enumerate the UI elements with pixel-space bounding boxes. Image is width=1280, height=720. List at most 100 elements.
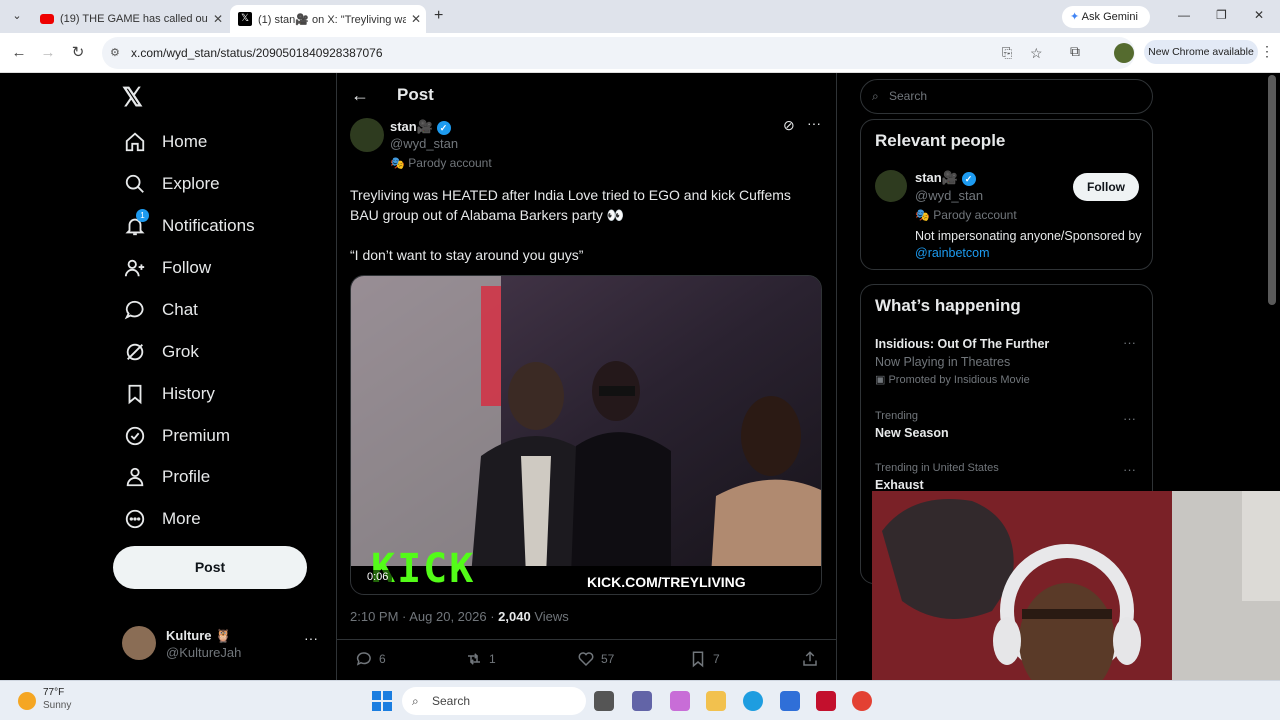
new-tab-button[interactable]: +	[434, 8, 450, 24]
sidebar-item-label: Chat	[162, 300, 198, 319]
person-name-row[interactable]: stan🎥 ✓	[915, 170, 976, 186]
forward-button[interactable]: →	[36, 41, 60, 65]
author-name-row[interactable]: stan🎥 ✓	[390, 119, 451, 135]
person-icon	[122, 464, 148, 490]
bookmark-button[interactable]: 7	[689, 650, 720, 668]
add-person-icon	[122, 255, 148, 281]
mask-icon: 🎭	[390, 156, 405, 170]
more-icon[interactable]: ···	[304, 630, 318, 646]
parody-text: Parody account	[408, 156, 492, 170]
trend-title: New Season	[875, 426, 949, 440]
page-scrollbar[interactable]	[1268, 75, 1276, 305]
trend-item[interactable]: Insidious: Out Of The Further Now Playin…	[875, 337, 1145, 386]
author-handle[interactable]: @wyd_stan	[390, 136, 458, 151]
grok-icon	[122, 339, 148, 365]
author-avatar[interactable]	[350, 118, 384, 152]
video-player[interactable]: KICK KICK.COM/TREYLIVING 0:06	[350, 275, 822, 595]
install-app-icon[interactable]: ⎘	[1002, 37, 1012, 69]
reload-button[interactable]: ↻	[66, 41, 90, 65]
sidebar-item-premium[interactable]: Premium	[122, 420, 230, 452]
account-switcher[interactable]: Kulture 🦉 @KultureJah ···	[122, 626, 322, 662]
weather-desc[interactable]: Sunny	[43, 700, 71, 711]
more-icon[interactable]: ···	[807, 115, 821, 131]
trend-item[interactable]: Trending New Season	[875, 410, 1145, 440]
weather-temp[interactable]: 77°F	[43, 687, 64, 698]
minimize-button[interactable]: —	[1178, 8, 1190, 22]
sun-icon	[18, 692, 36, 710]
like-count: 57	[601, 652, 615, 666]
tab-search-button[interactable]: ⌄	[8, 9, 26, 25]
more-circle-icon	[122, 506, 148, 532]
close-tab-icon[interactable]: ✕	[406, 12, 426, 26]
restore-button[interactable]: ❐	[1216, 8, 1227, 22]
sidebar-item-history[interactable]: History	[122, 378, 215, 410]
task-view-icon[interactable]	[594, 691, 614, 711]
avatar[interactable]	[875, 170, 907, 202]
reply-button[interactable]: 6	[355, 650, 386, 668]
post-button[interactable]: Post	[113, 546, 307, 589]
divider	[337, 639, 836, 640]
sidebar-item-home[interactable]: Home	[122, 126, 207, 158]
sidebar-item-label: History	[162, 384, 215, 403]
more-icon[interactable]: ···	[1123, 411, 1136, 426]
tab-youtube[interactable]: (19) THE GAME has called out K ✕	[32, 5, 228, 33]
teams-icon[interactable]	[632, 691, 652, 711]
parody-text: Parody account	[933, 208, 1017, 222]
trend-subtitle: Now Playing in Theatres	[875, 355, 1011, 369]
star-icon[interactable]: ☆	[1030, 37, 1043, 69]
file-explorer-icon[interactable]	[706, 691, 726, 711]
search-icon: ⌕	[872, 89, 879, 103]
sidebar-item-label: Follow	[162, 258, 212, 277]
trend-item[interactable]: Trending in United States Exhaust	[875, 462, 1145, 492]
edge-icon[interactable]	[743, 691, 763, 711]
profile-avatar[interactable]	[1114, 43, 1134, 63]
sidebar-item-profile[interactable]: Profile	[122, 461, 210, 493]
ask-gemini-button[interactable]: ✦ Ask Gemini	[1062, 6, 1150, 28]
bio-link[interactable]: @rainbetcom	[915, 246, 990, 260]
extensions-icon[interactable]: ⧉	[1070, 43, 1088, 61]
post-timestamp[interactable]: 2:10 PM · Aug 20, 2026 ·	[350, 609, 498, 624]
account-handle: @KultureJah	[166, 645, 242, 660]
chrome-icon[interactable]	[852, 691, 872, 711]
sidebar-item-more[interactable]: More	[122, 503, 201, 535]
share-button[interactable]	[801, 650, 819, 673]
windows-start-icon[interactable]	[372, 691, 392, 711]
search-input[interactable]: ⌕ Search	[860, 79, 1153, 114]
repost-button[interactable]: 1	[465, 650, 496, 668]
grok-icon[interactable]: ⊘	[783, 117, 795, 134]
sidebar-item-chat[interactable]: Chat	[122, 294, 198, 326]
tab-x-post[interactable]: 𝕏 (1) stan🎥 on X: "Treyliving wa ✕	[230, 5, 426, 33]
url-field[interactable]: ⚙ x.com/wyd_stan/status/2090501840928387…	[102, 37, 1135, 69]
sidebar-item-label: Premium	[162, 426, 231, 445]
x-logo-icon[interactable]: 𝕏	[122, 83, 150, 111]
kick-logo: KICK	[371, 546, 476, 592]
verified-badge-icon: ✓	[961, 171, 976, 186]
back-arrow-icon[interactable]: ←	[351, 85, 369, 106]
taskbar-search[interactable]: ⌕ Search	[402, 687, 586, 715]
sidebar-item-label: Grok	[162, 342, 199, 361]
more-icon[interactable]: ···	[1123, 462, 1136, 477]
sidebar-item-explore[interactable]: Explore	[122, 168, 220, 200]
more-icon[interactable]: ···	[1123, 335, 1136, 350]
like-button[interactable]: 57	[577, 650, 614, 668]
new-chrome-button[interactable]: New Chrome available	[1144, 40, 1258, 64]
close-tab-icon[interactable]: ✕	[208, 12, 228, 26]
site-info-icon[interactable]: ⚙	[110, 37, 120, 69]
mcafee-icon[interactable]	[816, 691, 836, 711]
sidebar-item-label: More	[162, 509, 201, 528]
sidebar-item-label: Home	[162, 132, 208, 151]
video-timestamp: 0:06	[363, 570, 393, 584]
close-window-button[interactable]: ✕	[1254, 8, 1264, 22]
store-icon[interactable]	[780, 691, 800, 711]
bookmark-icon	[692, 651, 704, 668]
search-placeholder: Search	[889, 89, 928, 103]
sidebar-item-follow[interactable]: Follow	[122, 252, 211, 284]
verified-icon	[122, 423, 148, 449]
sidebar-item-notifications[interactable]: 1 Notifications	[122, 209, 255, 242]
follow-button[interactable]: Follow	[1073, 173, 1139, 201]
taskbar-search-label: Search	[432, 694, 471, 708]
chrome-menu-icon[interactable]: ⋮	[1260, 43, 1274, 60]
copilot-icon[interactable]	[670, 691, 690, 711]
sidebar-item-grok[interactable]: Grok	[122, 336, 199, 368]
back-button[interactable]: ←	[7, 41, 31, 65]
